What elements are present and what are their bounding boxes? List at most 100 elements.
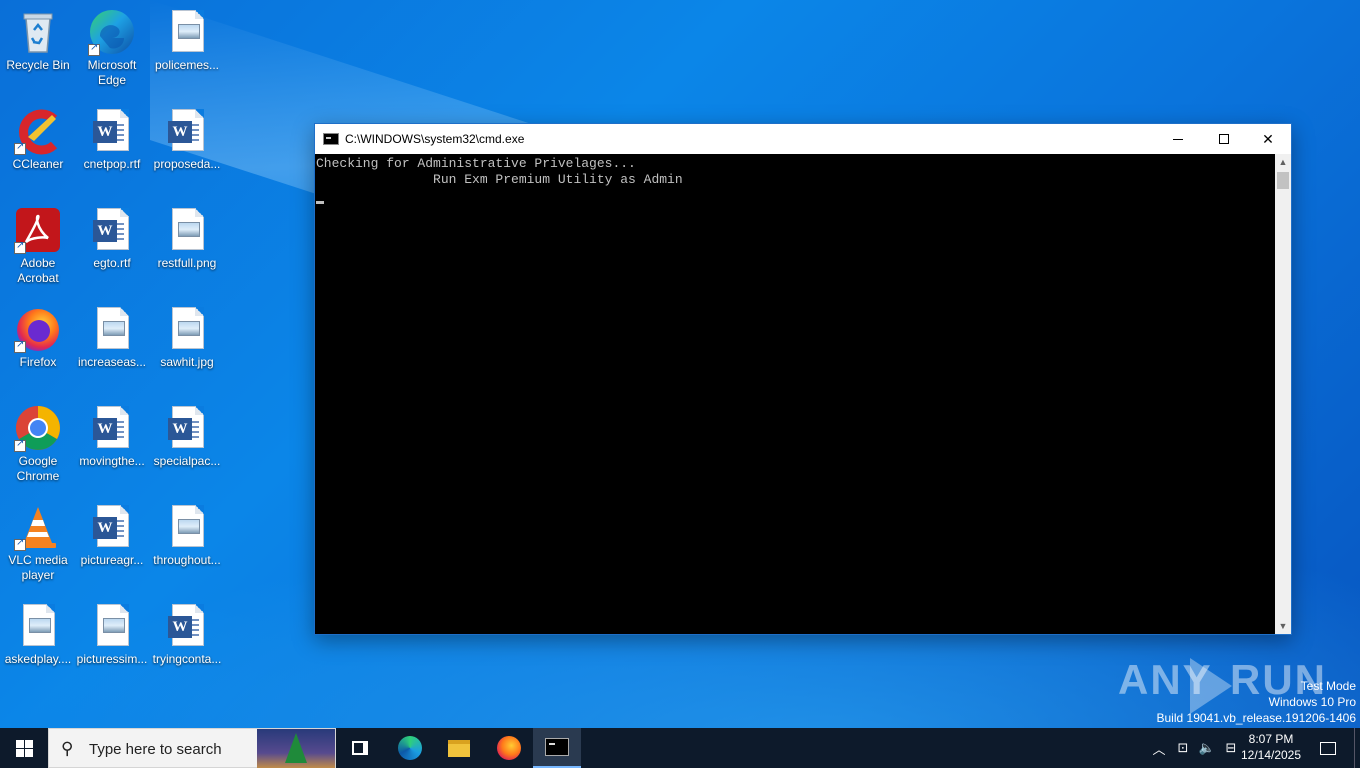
desktop-icon-firefox[interactable]: Firefox (0, 299, 76, 370)
ccleaner-icon (14, 107, 62, 155)
show-desktop-button[interactable] (1354, 728, 1360, 768)
image-file-icon (163, 503, 211, 551)
desktop-icon-label: egto.rtf (93, 256, 131, 270)
tray-volume[interactable]: 🔈 (1196, 728, 1218, 768)
desktop-icon-label: policemes... (154, 58, 220, 72)
folder-icon (448, 739, 470, 757)
speaker-icon: 🔈 (1198, 740, 1216, 755)
task-view-button[interactable] (336, 728, 384, 768)
desktop-icon-file[interactable]: sawhit.jpg (149, 299, 225, 370)
desktop-icon-google-chrome[interactable]: Google Chrome (0, 398, 76, 484)
desktop-icon-file[interactable]: picturessim... (74, 596, 150, 667)
taskbar-firefox[interactable] (485, 728, 533, 768)
recycle-bin-icon (14, 8, 62, 56)
desktop-icon-file[interactable]: increaseas... (74, 299, 150, 370)
show-hidden-icons-button[interactable]: ︿ (1148, 728, 1170, 768)
chrome-icon (14, 404, 62, 452)
desktop-icon-label: Adobe Acrobat (17, 256, 59, 285)
start-button[interactable] (0, 728, 48, 768)
desktop-icon-file[interactable]: restfull.png (149, 200, 225, 271)
word-file-icon: W (163, 404, 211, 452)
notification-icon (1320, 741, 1336, 755)
taskbar-edge[interactable] (386, 728, 434, 768)
network-icon: ⊟ (1225, 740, 1237, 755)
shortcut-arrow-icon (14, 240, 26, 254)
desktop-icon-recycle-bin[interactable]: Recycle Bin (0, 2, 76, 73)
firefox-icon (14, 305, 62, 353)
acrobat-icon (14, 206, 62, 254)
minimize-button[interactable] (1155, 124, 1201, 154)
desktop-icon-file[interactable]: W cnetpop.rtf (74, 101, 150, 172)
desktop-icon-label: Firefox (19, 355, 57, 369)
search-highlight-image (257, 729, 335, 768)
edge-icon (398, 736, 422, 760)
desktop-icon-label: sawhit.jpg (160, 355, 214, 369)
scrollbar-thumb[interactable] (1277, 172, 1289, 189)
window-title: C:\WINDOWS\system32\cmd.exe (345, 132, 525, 146)
windows-logo-icon (15, 739, 33, 757)
taskbar-cmd[interactable] (533, 728, 581, 768)
image-file-icon (163, 206, 211, 254)
vertical-scrollbar[interactable]: ▲ ▼ (1275, 154, 1291, 634)
desktop-icon-label: Microsoft Edge (87, 58, 137, 87)
desktop-icon-label: Google Chrome (16, 454, 60, 483)
tray-meet-now[interactable]: ⊡ (1172, 728, 1194, 768)
desktop-icon-label: picturessim... (76, 652, 148, 666)
desktop-icon-label: throughout... (153, 553, 221, 567)
shortcut-arrow-icon (14, 141, 26, 155)
scroll-down-icon[interactable]: ▼ (1275, 618, 1291, 634)
action-center-button[interactable] (1308, 728, 1348, 768)
cmd-app-icon (323, 133, 339, 145)
word-file-icon: W (163, 602, 211, 650)
desktop-icon-ccleaner[interactable]: CCleaner (0, 101, 76, 172)
desktop-icon-label: pictureagr... (80, 553, 144, 567)
desktop-icon-file[interactable]: W proposeda... (149, 101, 225, 172)
console-line: Checking for Administrative Privelages..… (316, 156, 636, 171)
desktop-icon-label: VLC media player (8, 553, 68, 582)
desktop-icon-file[interactable]: W egto.rtf (74, 200, 150, 271)
desktop-icon-file[interactable]: W movingthe... (74, 398, 150, 469)
desktop-icon-file[interactable]: askedplay.... (0, 596, 76, 667)
taskbar-file-explorer[interactable] (435, 728, 483, 768)
test-mode-label: Test Mode (1300, 679, 1356, 693)
cmd-icon (545, 738, 569, 756)
word-file-icon: W (88, 404, 136, 452)
image-file-icon (163, 8, 211, 56)
edge-icon (88, 8, 136, 56)
taskbar-search[interactable]: ⚲ Type here to search (48, 728, 336, 768)
chevron-up-icon: ︿ (1152, 741, 1166, 757)
desktop-icon-file[interactable]: W specialpac... (149, 398, 225, 469)
desktop-icon-label: cnetpop.rtf (83, 157, 141, 171)
build-label: Build 19041.vb_release.191206-1406 (1156, 711, 1357, 725)
taskbar-clock[interactable]: 8:07 PM 12/14/2025 (1236, 731, 1306, 763)
system-info: Test Mode Windows 10 Pro Build 19041.vb_… (1157, 678, 1357, 726)
desktop-icon-label: askedplay.... (4, 652, 72, 666)
desktop-icon-label: specialpac... (153, 454, 221, 468)
word-file-icon: W (88, 503, 136, 551)
close-icon: ✕ (1262, 130, 1274, 147)
desktop-icon-file[interactable]: W tryingconta... (149, 596, 225, 667)
clock-time: 8:07 PM (1248, 732, 1294, 746)
desktop-icon-file[interactable]: policemes... (149, 2, 225, 73)
image-file-icon (88, 305, 136, 353)
maximize-button[interactable] (1201, 124, 1247, 154)
shortcut-arrow-icon (88, 42, 100, 56)
close-button[interactable]: ✕ (1245, 124, 1291, 154)
desktop-icon-microsoft-edge[interactable]: Microsoft Edge (74, 2, 150, 88)
image-file-icon (163, 305, 211, 353)
cmd-window[interactable]: C:\WINDOWS\system32\cmd.exe ✕ Checking f… (314, 123, 1292, 635)
image-file-icon (88, 602, 136, 650)
console-output[interactable]: Checking for Administrative Privelages..… (315, 154, 1275, 634)
desktop-icon-adobe-acrobat[interactable]: Adobe Acrobat (0, 200, 76, 286)
image-file-icon (14, 602, 62, 650)
scroll-up-icon[interactable]: ▲ (1275, 154, 1291, 170)
word-file-icon: W (163, 107, 211, 155)
console-cursor (316, 201, 324, 204)
desktop-icon-file[interactable]: W pictureagr... (74, 497, 150, 568)
desktop-icon-file[interactable]: throughout... (149, 497, 225, 568)
desktop-icon-label: proposeda... (153, 157, 221, 171)
desktop-icon-label: movingthe... (79, 454, 145, 468)
window-titlebar[interactable]: C:\WINDOWS\system32\cmd.exe ✕ (315, 124, 1291, 154)
desktop-icon-vlc[interactable]: VLC media player (0, 497, 76, 583)
desktop-icon-label: tryingconta... (152, 652, 222, 666)
